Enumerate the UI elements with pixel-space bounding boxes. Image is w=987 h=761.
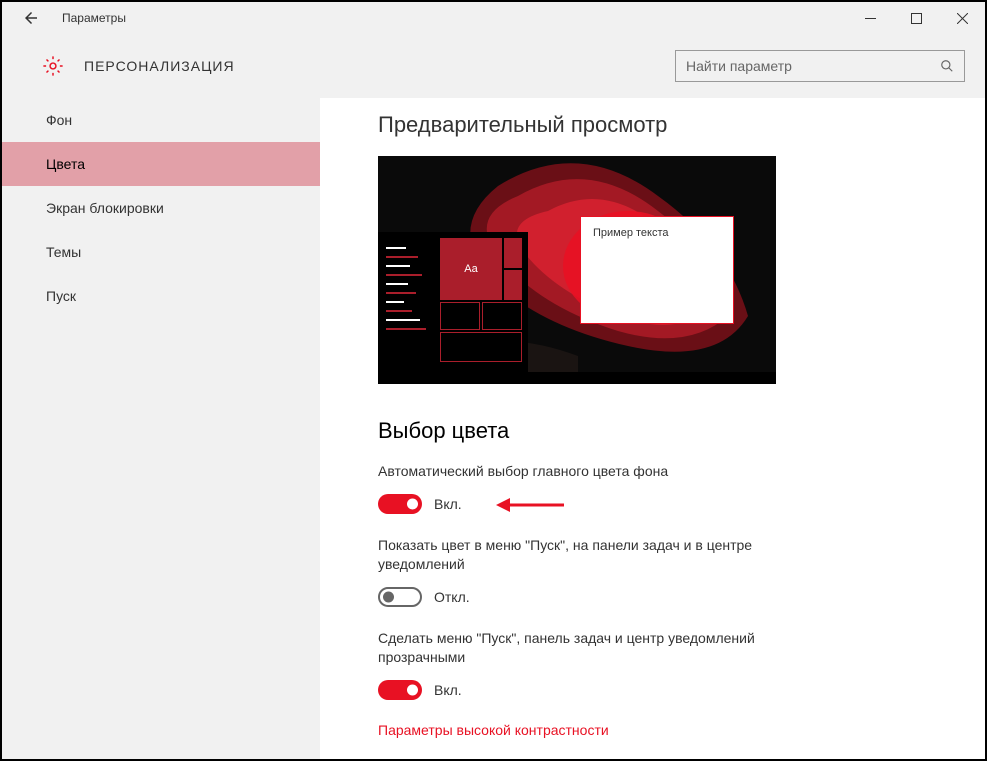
- preview-start-tiles: Aa: [440, 232, 528, 372]
- transparency-label: Сделать меню "Пуск", панель задач и цент…: [378, 629, 778, 668]
- maximize-button[interactable]: [893, 2, 939, 34]
- window-title: Параметры: [62, 11, 126, 25]
- minimize-button[interactable]: [847, 2, 893, 34]
- show-color-start-row: Откл.: [378, 587, 955, 607]
- sidebar-item-start[interactable]: Пуск: [2, 274, 320, 318]
- maximize-icon: [911, 13, 922, 24]
- search-input[interactable]: [686, 58, 934, 74]
- preview-sample-text: Пример текста: [593, 227, 721, 239]
- show-color-start-status: Откл.: [434, 589, 470, 605]
- high-contrast-link[interactable]: Параметры высокой контрастности: [378, 722, 955, 738]
- transparency-status: Вкл.: [434, 682, 462, 698]
- preview-start-left: [378, 232, 440, 372]
- titlebar: Параметры: [2, 2, 985, 34]
- back-button[interactable]: [16, 3, 46, 33]
- show-color-start-toggle[interactable]: [378, 587, 422, 607]
- gear-icon: [42, 55, 64, 77]
- preview-tile-large: Aa: [440, 238, 502, 300]
- preview-taskbar: [378, 372, 776, 384]
- search-icon: [940, 59, 954, 73]
- search-box[interactable]: [675, 50, 965, 82]
- transparency-row: Вкл.: [378, 680, 955, 700]
- sidebar-item-background[interactable]: Фон: [2, 98, 320, 142]
- color-section-title: Выбор цвета: [378, 418, 955, 444]
- window-controls: [847, 2, 985, 34]
- preview-section-title: Предварительный просмотр: [378, 112, 955, 138]
- preview-area: Aa: [378, 156, 776, 384]
- page-title: ПЕРСОНАЛИЗАЦИЯ: [84, 58, 235, 74]
- sidebar-item-colors[interactable]: Цвета: [2, 142, 320, 186]
- auto-pick-color-label: Автоматический выбор главного цвета фона: [378, 462, 778, 482]
- transparency-toggle[interactable]: [378, 680, 422, 700]
- sidebar-item-lockscreen[interactable]: Экран блокировки: [2, 186, 320, 230]
- sidebar-item-themes[interactable]: Темы: [2, 230, 320, 274]
- sidebar: Фон Цвета Экран блокировки Темы Пуск: [2, 98, 320, 759]
- auto-pick-color-row: Вкл.: [378, 494, 955, 514]
- show-color-start-label: Показать цвет в меню "Пуск", на панели з…: [378, 536, 778, 575]
- close-icon: [957, 13, 968, 24]
- header: ПЕРСОНАЛИЗАЦИЯ: [2, 34, 985, 98]
- auto-pick-color-toggle[interactable]: [378, 494, 422, 514]
- annotation-arrow: [496, 496, 566, 514]
- body: Фон Цвета Экран блокировки Темы Пуск Пре…: [2, 98, 985, 759]
- auto-pick-color-status: Вкл.: [434, 496, 462, 512]
- content: Предварительный просмотр: [320, 98, 985, 759]
- settings-window: Параметры ПЕРСОНАЛИЗАЦИЯ Фон Цвета Экран…: [0, 0, 987, 761]
- preview-startmenu: Aa: [378, 232, 528, 372]
- back-arrow-icon: [22, 9, 40, 27]
- preview-sample-window: Пример текста: [580, 216, 734, 324]
- close-button[interactable]: [939, 2, 985, 34]
- minimize-icon: [865, 13, 876, 24]
